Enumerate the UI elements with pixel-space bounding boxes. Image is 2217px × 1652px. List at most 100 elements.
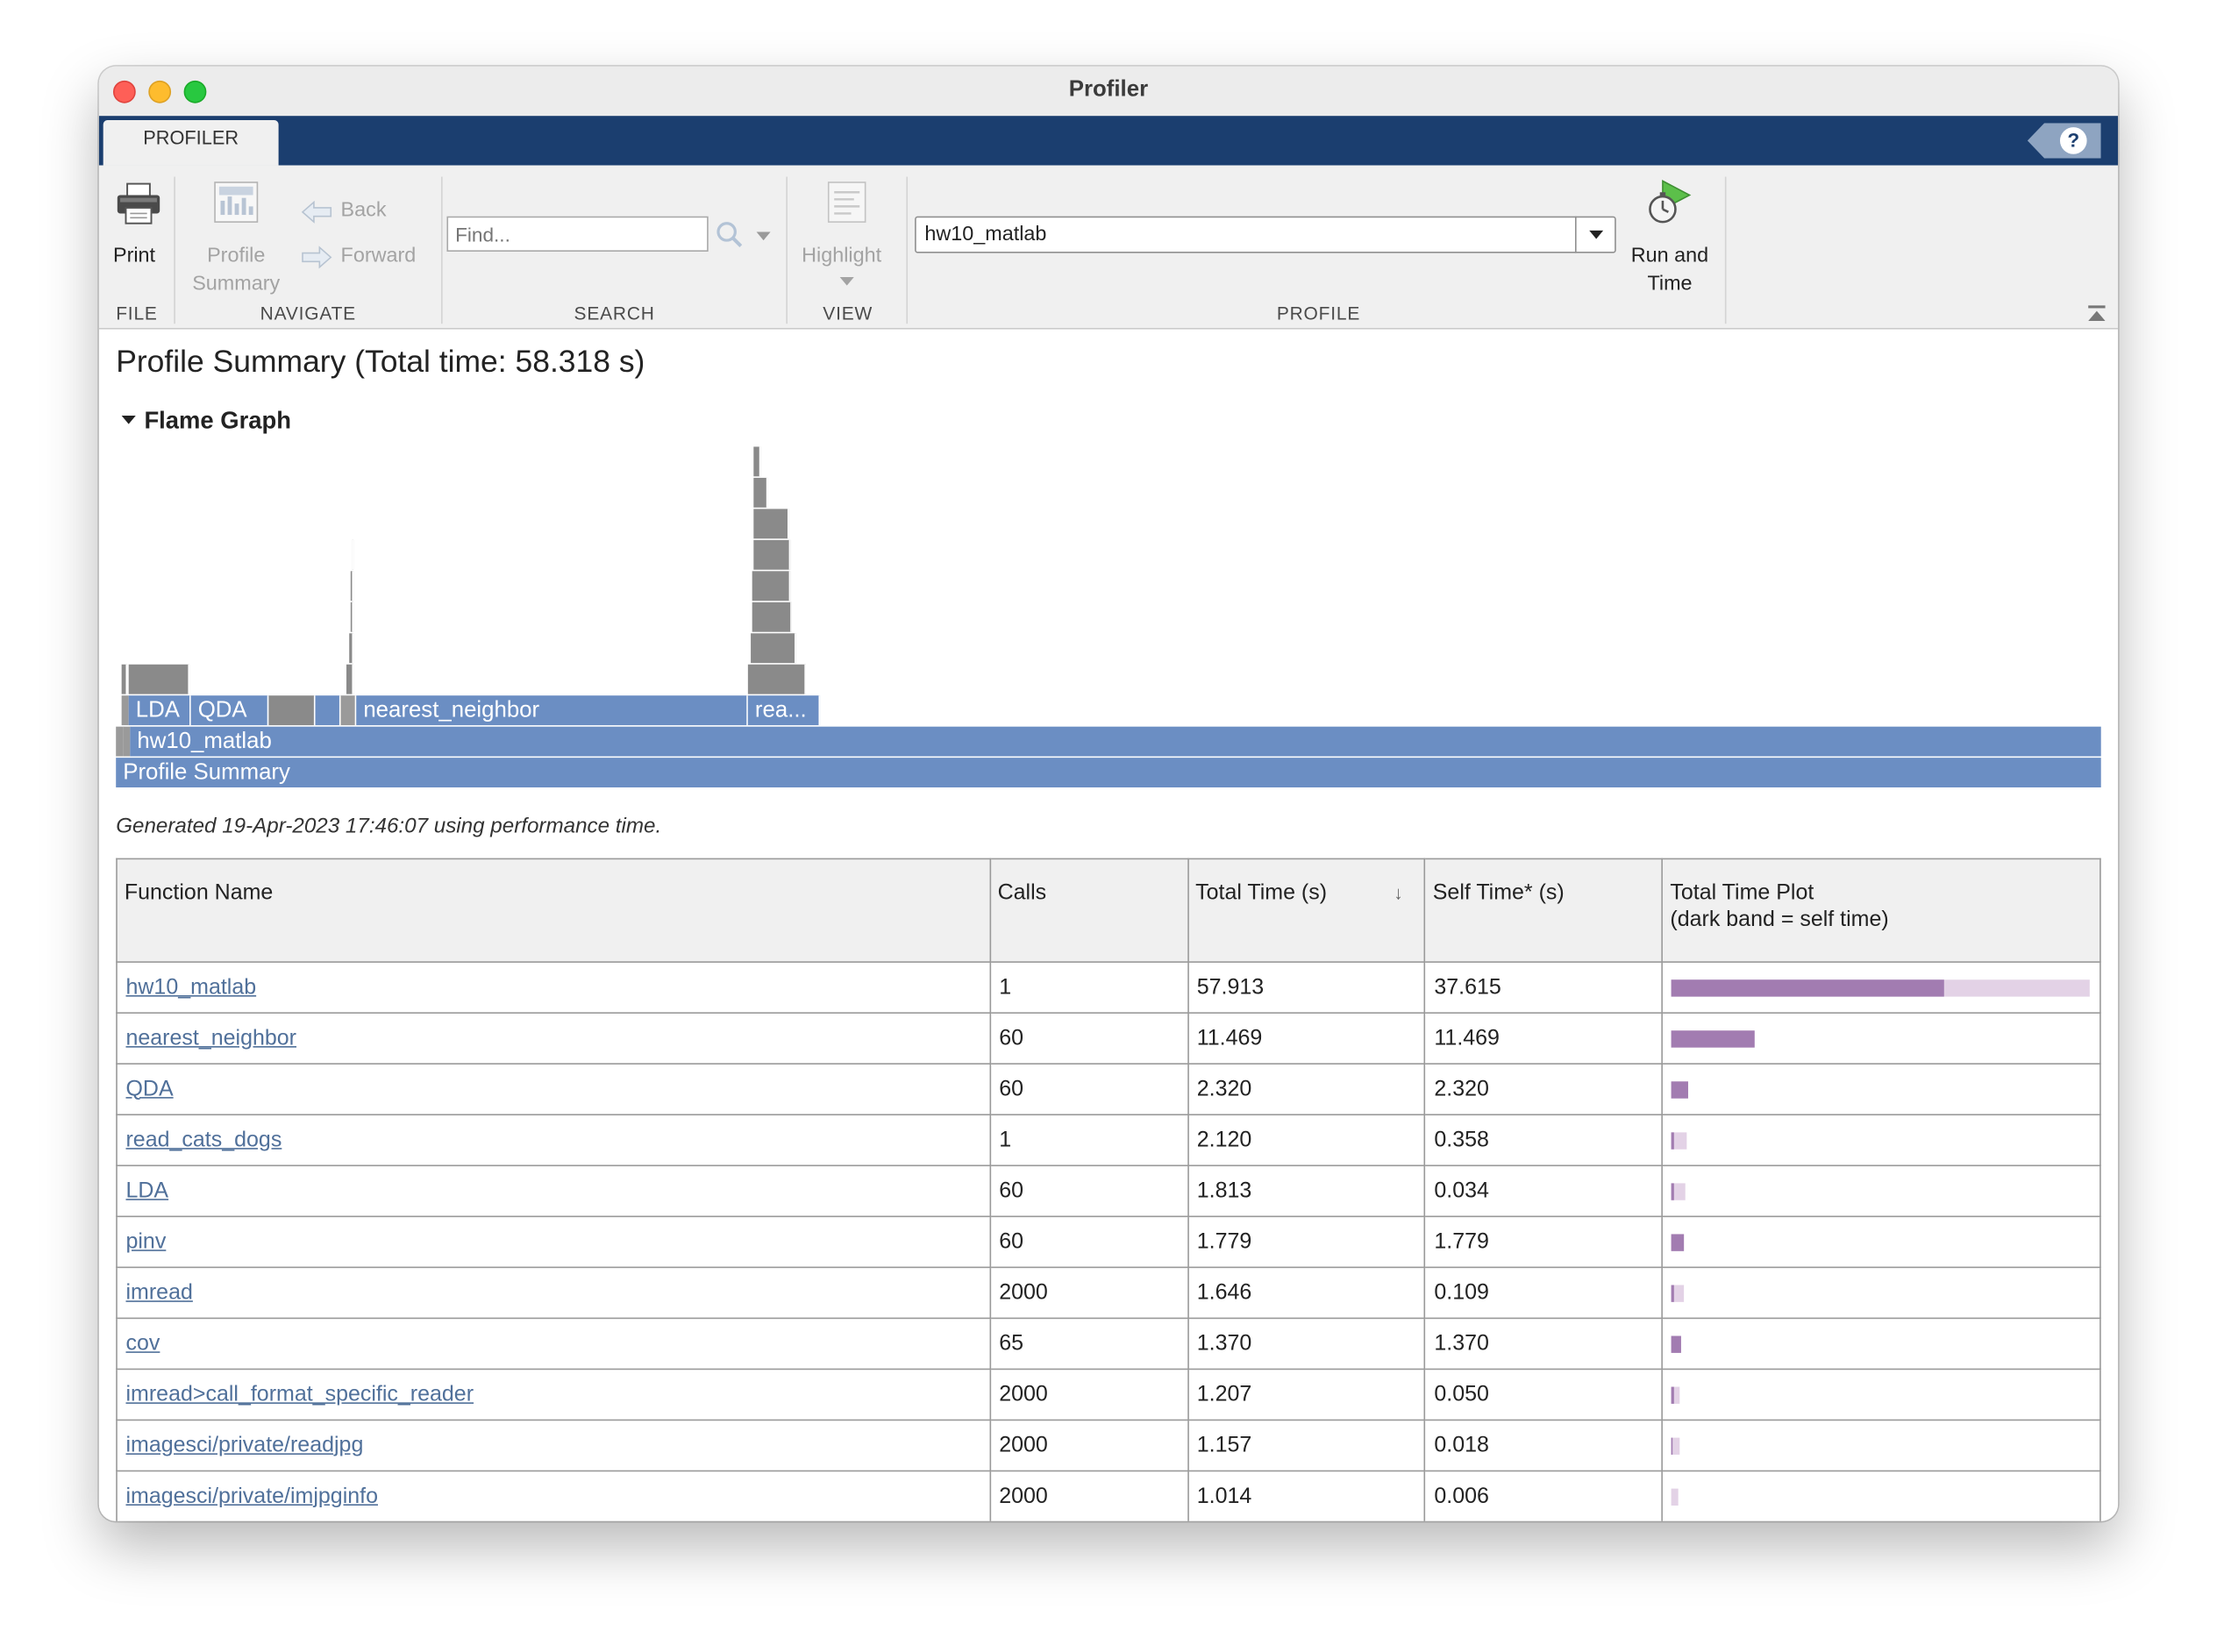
flame-block[interactable] — [752, 602, 792, 632]
printer-icon — [117, 182, 160, 224]
function-link[interactable]: hw10_matlab — [125, 975, 256, 999]
table-header-row: Function Name Calls Total Time (s) ↓ Self… — [116, 858, 2101, 963]
flame-block[interactable] — [315, 695, 341, 726]
time-plot-cell — [1661, 1317, 2101, 1371]
total-time-cell: 1.207 — [1187, 1368, 1426, 1421]
profile-summary-content: Profile Summary (Total time: 58.318 s) F… — [98, 329, 2119, 1521]
function-name-cell: QDA — [116, 1063, 991, 1116]
flame-block[interactable] — [753, 446, 761, 477]
search-dropdown-icon[interactable] — [756, 231, 771, 241]
back-arrow-icon — [301, 200, 332, 224]
self-time-bar — [1672, 1030, 1755, 1048]
total-time-cell: 1.813 — [1187, 1164, 1426, 1218]
column-header-self-time[interactable]: Self Time* (s) — [1424, 858, 1664, 963]
column-header-function-name[interactable]: Function Name — [116, 858, 991, 963]
self-time-cell: 2.320 — [1424, 1063, 1664, 1116]
flame-block[interactable] — [128, 664, 190, 694]
table-row: imagesci/private/imjpginfo 2000 1.014 0.006 — [116, 1470, 2101, 1521]
flame-block[interactable] — [340, 695, 357, 726]
time-plot-cell — [1661, 1164, 2101, 1218]
flame-block[interactable] — [747, 664, 806, 694]
run-and-time-label: Run and Time — [1630, 244, 1709, 296]
help-button[interactable]: ? — [2027, 123, 2101, 159]
group-label-file: FILE — [116, 303, 158, 324]
function-link[interactable]: imagesci/private/imjpginfo — [125, 1484, 378, 1507]
flame-block-qda[interactable]: QDA — [190, 695, 269, 726]
find-input[interactable] — [446, 216, 709, 252]
flame-block-read-cats-dogs[interactable]: rea... — [747, 695, 821, 726]
function-link[interactable]: cov — [125, 1331, 160, 1355]
function-table: Function Name Calls Total Time (s) ↓ Self… — [116, 858, 2101, 1521]
table-row: cov 65 1.370 1.370 — [116, 1317, 2101, 1371]
column-header-calls[interactable]: Calls — [988, 858, 1189, 963]
flame-block[interactable] — [753, 477, 768, 508]
function-link[interactable]: LDA — [125, 1178, 168, 1202]
help-icon: ? — [2059, 127, 2087, 154]
flame-block-lda[interactable]: LDA — [128, 695, 191, 726]
group-label-navigate: NAVIGATE — [260, 303, 356, 324]
time-plot-cell — [1661, 1114, 2101, 1167]
flame-block-profile-summary[interactable]: Profile Summary — [116, 758, 2101, 787]
function-name-cell: read_cats_dogs — [116, 1114, 991, 1167]
flame-block[interactable] — [753, 539, 791, 570]
tab-profiler[interactable]: PROFILER — [103, 120, 279, 166]
table-row: LDA 60 1.813 0.034 — [116, 1164, 2101, 1218]
total-time-cell: 1.370 — [1187, 1317, 1426, 1371]
function-name-cell: nearest_neighbor — [116, 1012, 991, 1065]
time-plot-cell — [1661, 1012, 2101, 1065]
tab-strip: PROFILER ? — [98, 116, 2119, 166]
run-and-time-button[interactable]: Run and Time — [1622, 174, 1718, 296]
flame-block[interactable] — [753, 509, 789, 539]
print-button[interactable]: Print — [108, 174, 170, 267]
flame-block-hw10-matlab[interactable]: hw10_matlab — [130, 726, 2101, 757]
flame-block[interactable] — [350, 571, 354, 602]
flame-block[interactable] — [351, 539, 354, 570]
function-name-cell: cov — [116, 1317, 991, 1371]
highlight-button[interactable]: Highlight — [797, 174, 899, 292]
self-time-bar — [1672, 1335, 1682, 1353]
self-time-cell: 0.018 — [1424, 1419, 1664, 1472]
generated-note: Generated 19-Apr-2023 17:46:07 using per… — [116, 814, 662, 839]
function-link[interactable]: imagesci/private/readjpg — [125, 1433, 363, 1456]
column-header-total-time[interactable]: Total Time (s) ↓ — [1187, 858, 1426, 963]
forward-button[interactable]: Forward — [301, 242, 428, 276]
flame-block[interactable] — [752, 571, 791, 602]
self-time-cell: 37.615 — [1424, 961, 1664, 1014]
time-plot-cell — [1661, 1368, 2101, 1421]
flame-block[interactable] — [350, 602, 354, 632]
function-link[interactable]: read_cats_dogs — [125, 1128, 282, 1151]
calls-cell: 60 — [988, 1164, 1189, 1218]
function-link[interactable]: QDA — [125, 1077, 173, 1100]
collapse-toolstrip-icon[interactable] — [2087, 305, 2107, 322]
back-button[interactable]: Back — [301, 196, 414, 231]
calls-cell: 2000 — [988, 1266, 1189, 1320]
self-time-bar — [1672, 1081, 1689, 1099]
time-plot-cell — [1661, 1419, 2101, 1472]
table-row: hw10_matlab 1 57.913 37.615 — [116, 961, 2101, 1014]
search-icon[interactable] — [716, 221, 744, 249]
profile-target-dropdown[interactable] — [1574, 216, 1616, 253]
table-row: QDA 60 2.320 2.320 — [116, 1063, 2101, 1116]
function-link[interactable]: nearest_neighbor — [125, 1026, 296, 1050]
flame-block[interactable] — [346, 664, 354, 694]
group-label-profile: PROFILE — [1276, 303, 1361, 324]
flame-block-nearest-neighbor[interactable]: nearest_neighbor — [356, 695, 748, 726]
total-time-cell: 11.469 — [1187, 1012, 1426, 1065]
function-name-cell: pinv — [116, 1215, 991, 1269]
flame-block[interactable] — [268, 695, 316, 726]
function-link[interactable]: imread>call_format_specific_reader — [125, 1382, 474, 1406]
flame-block[interactable] — [349, 633, 354, 664]
profile-summary-button[interactable]: Profile Summary — [184, 174, 289, 296]
flame-block[interactable] — [121, 664, 128, 694]
profiler-window: Profiler PROFILER ? Print FILE Profile S… — [98, 66, 2119, 1521]
self-time-cell: 11.469 — [1424, 1012, 1664, 1065]
flame-block[interactable] — [751, 633, 796, 664]
self-time-cell: 0.006 — [1424, 1470, 1664, 1521]
function-link[interactable]: pinv — [125, 1229, 166, 1253]
function-name-cell: imread — [116, 1266, 991, 1320]
profile-target-combobox[interactable]: hw10_matlab — [915, 216, 1616, 253]
function-name-cell: hw10_matlab — [116, 961, 991, 1014]
function-link[interactable]: imread — [125, 1280, 192, 1304]
toolstrip: Print FILE Profile Summary Back Forward … — [98, 165, 2119, 330]
table-row: imagesci/private/readjpg 2000 1.157 0.018 — [116, 1419, 2101, 1472]
